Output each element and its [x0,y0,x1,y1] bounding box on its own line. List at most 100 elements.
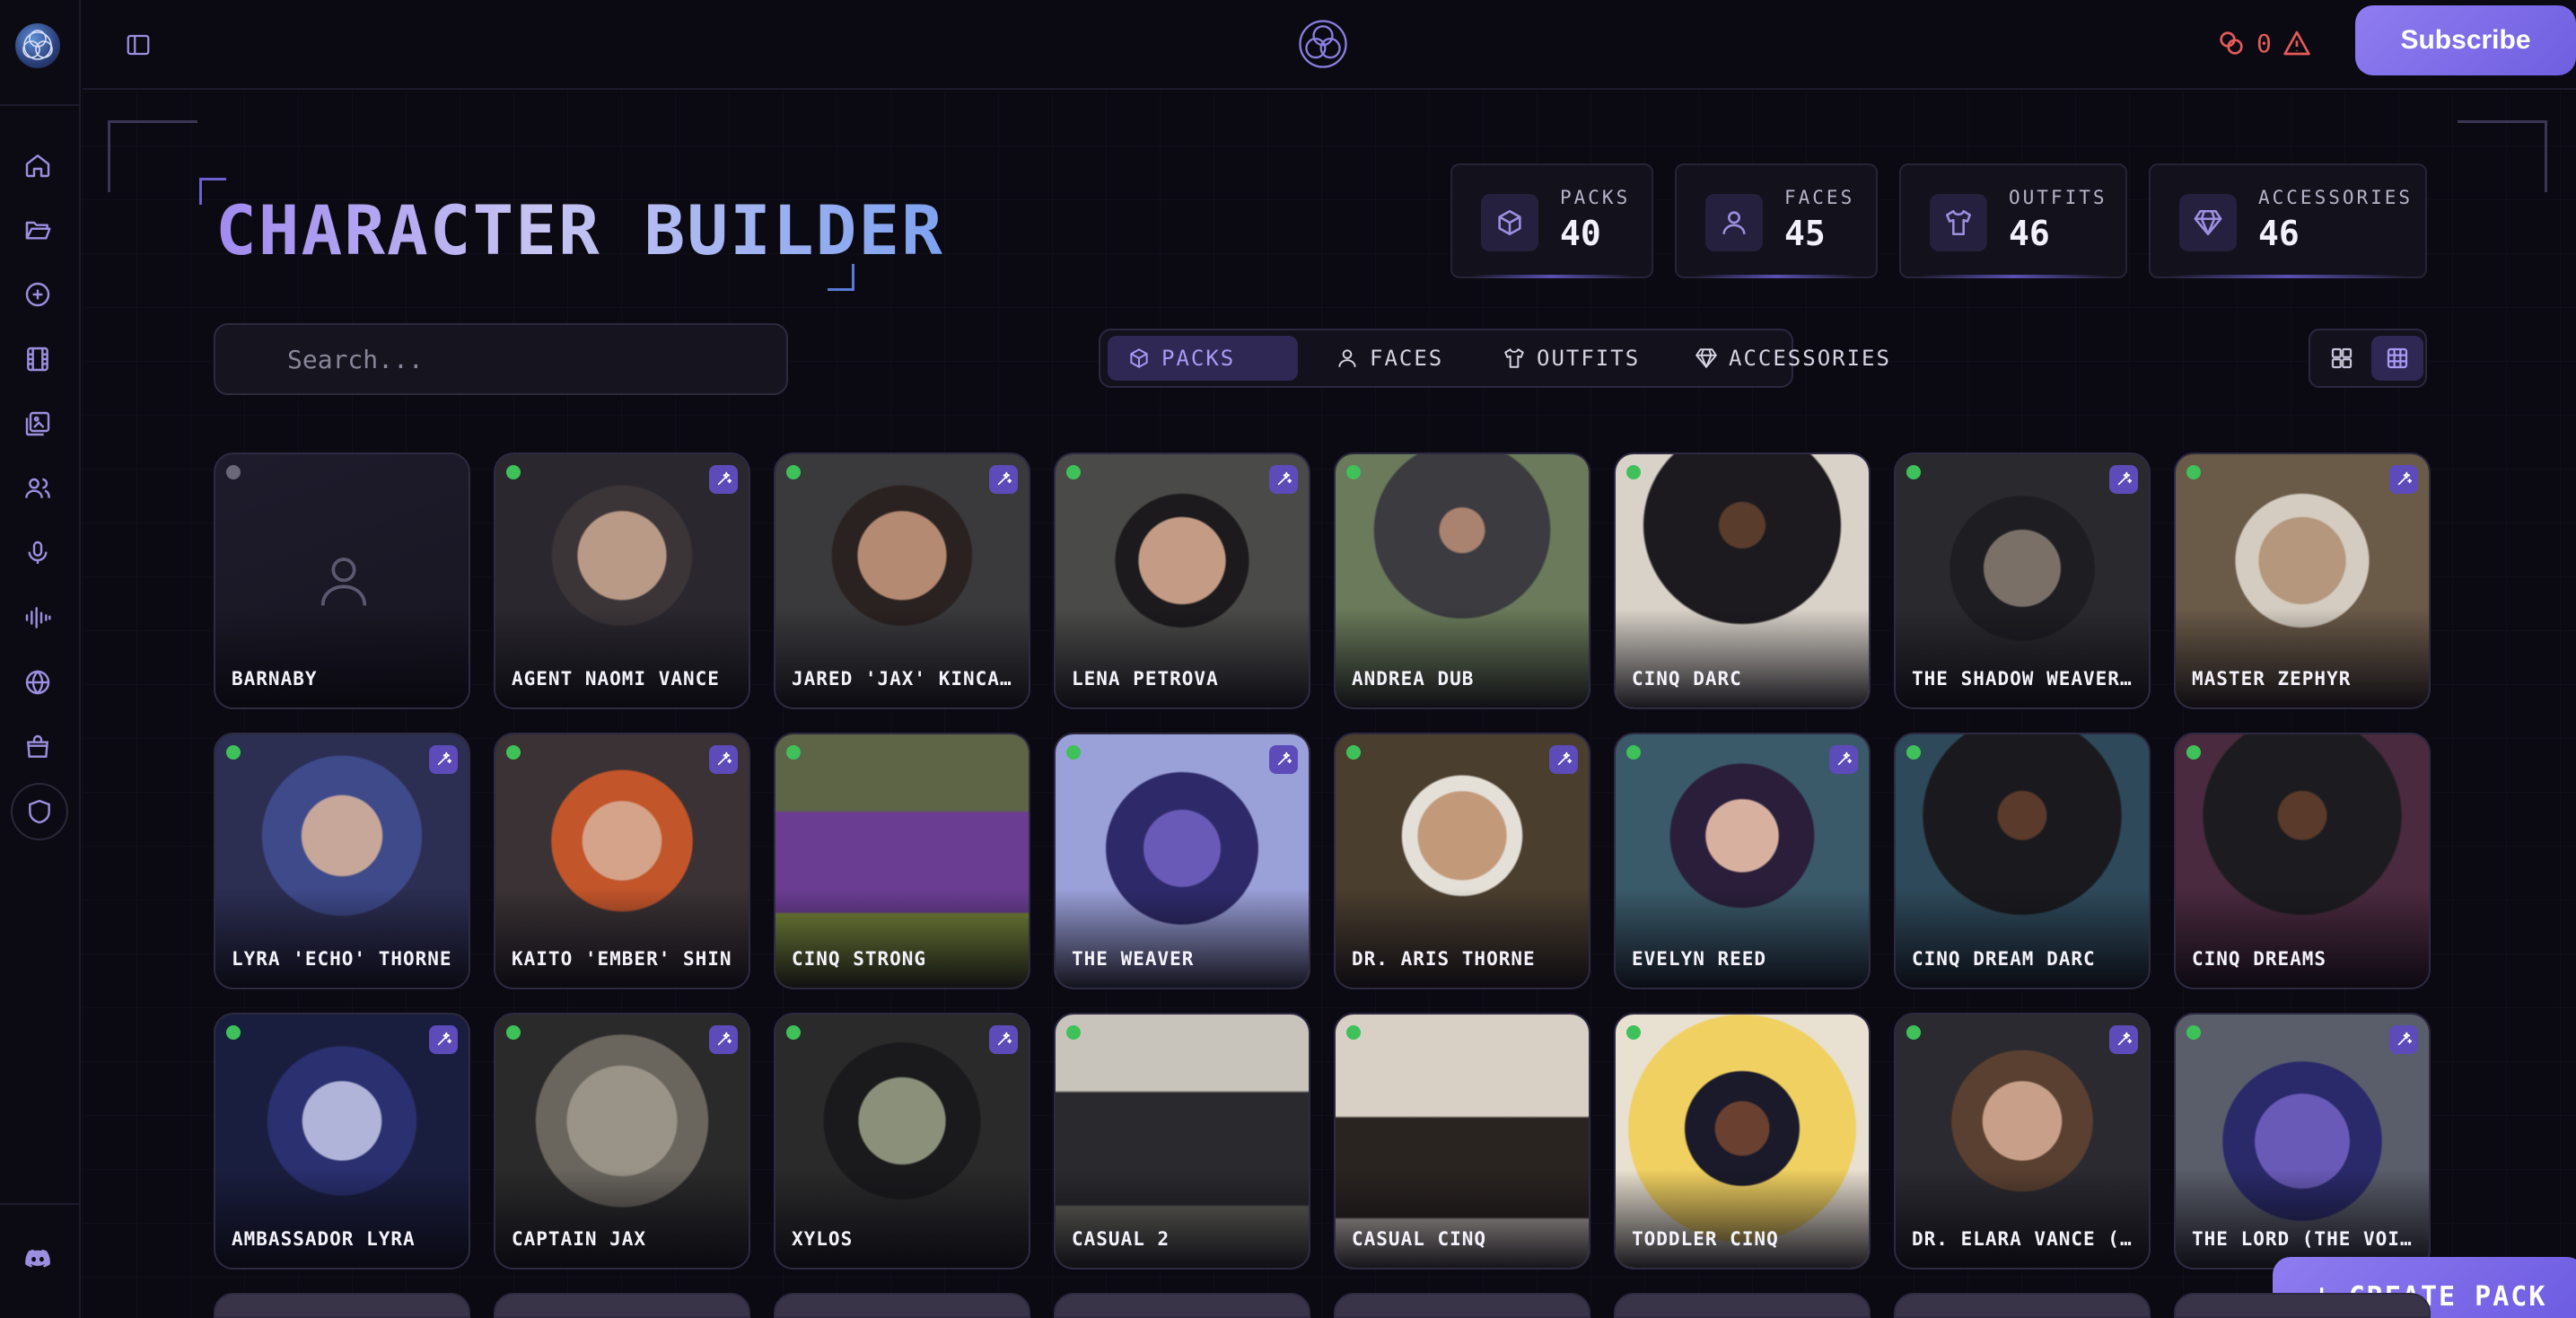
status-dot [1906,465,1921,479]
character-card[interactable]: TODDLER CINQ [1614,1013,1871,1270]
magic-wand-icon[interactable] [429,745,458,774]
cube-icon [1130,348,1148,368]
character-card[interactable]: BARNABY [214,453,470,709]
character-card[interactable]: XYLOS [774,1013,1030,1270]
stat-card-packs: PACKS 40 [1450,163,1653,278]
large-grid-view-icon[interactable] [2316,336,2368,381]
magic-wand-icon[interactable] [709,1025,738,1054]
magic-wand-icon[interactable] [2389,1025,2418,1054]
character-name: MASTER ZEPHYR [2192,668,2352,690]
character-card-partial[interactable] [214,1293,470,1318]
magic-wand-icon[interactable] [989,1025,1018,1054]
character-card[interactable]: ANDREA DUB [1334,453,1590,709]
character-card[interactable]: THE LORD (THE VOID... [2174,1013,2431,1270]
character-card[interactable]: DR. ELARA VANCE (AR... [1894,1013,2151,1270]
character-card[interactable]: THE WEAVER [1054,733,1310,989]
character-card-partial[interactable] [1894,1293,2151,1318]
character-card[interactable]: CINQ DARC [1614,453,1871,709]
status-dot [1066,1025,1081,1040]
gem-icon [1695,348,1717,368]
character-card[interactable]: AMBASSADOR LYRA [214,1013,470,1270]
globe-icon[interactable] [18,663,57,702]
sidebar-toggle-icon[interactable] [118,25,158,65]
character-card-partial[interactable] [1334,1293,1590,1318]
magic-wand-icon[interactable] [2109,465,2138,494]
search-input[interactable] [214,323,788,395]
tab-outfits[interactable]: OUTFITS [1483,336,1660,381]
main-content: CHARACTER BUILDER PACKS 40 FACES 45 OUTF… [83,92,2576,1318]
magic-wand-icon[interactable] [709,465,738,494]
magic-wand-icon[interactable] [429,1025,458,1054]
stat-label: OUTFITS [2009,187,2107,208]
status-dot [506,745,521,760]
character-card-partial[interactable] [774,1293,1030,1318]
users-icon[interactable] [18,469,57,508]
magic-wand-icon[interactable] [1549,745,1578,774]
character-card-partial[interactable] [1614,1293,1871,1318]
images-icon[interactable] [18,404,57,444]
film-icon[interactable] [18,339,57,379]
dense-grid-view-icon[interactable] [2371,336,2423,381]
microphone-icon[interactable] [18,533,57,573]
brand-logo-icon[interactable] [1297,18,1349,70]
stat-label: PACKS [1560,187,1631,208]
character-card[interactable]: THE SHADOW WEAVER (... [1894,453,2151,709]
cube-icon [1481,194,1538,251]
character-name: CASUAL CINQ [1352,1228,1487,1250]
character-card[interactable]: CAPTAIN JAX [494,1013,750,1270]
credits-count: 0 [2256,28,2272,58]
discord-icon[interactable] [18,1239,57,1278]
character-card[interactable]: CINQ STRONG [774,733,1030,989]
character-card[interactable]: CINQ DREAM DARC [1894,733,2151,989]
character-card[interactable]: JARED 'JAX' KINCAID [774,453,1030,709]
character-card-partial[interactable] [494,1293,750,1318]
subscribe-button[interactable]: Subscribe [2355,5,2576,75]
frame-corner [108,120,197,192]
character-card-partial[interactable] [2174,1293,2431,1318]
character-card[interactable]: CASUAL CINQ [1334,1013,1590,1270]
character-name: TODDLER CINQ [1632,1228,1779,1250]
character-card[interactable]: LYRA 'ECHO' THORNE [214,733,470,989]
tab-packs[interactable]: PACKS [1108,336,1298,381]
character-name: CASUAL 2 [1072,1228,1170,1250]
status-dot [1906,745,1921,760]
magic-wand-icon[interactable] [2389,465,2418,494]
magic-wand-icon[interactable] [1269,745,1298,774]
tab-faces[interactable]: FACES [1316,336,1463,381]
character-name: BARNABY [232,668,318,690]
sidebar [0,0,81,1318]
magic-wand-icon[interactable] [1269,465,1298,494]
magic-wand-icon[interactable] [1829,745,1858,774]
folder-open-icon[interactable] [18,210,57,250]
app-logo-icon[interactable] [15,23,60,68]
magic-wand-icon[interactable] [2109,1025,2138,1054]
character-card[interactable]: CINQ DREAMS [2174,733,2431,989]
character-card-partial[interactable] [1054,1293,1310,1318]
status-dot [786,1025,801,1040]
audio-waveform-icon[interactable] [18,598,57,637]
credits-status[interactable]: 0 [2217,23,2311,63]
plus-circle-icon[interactable] [18,275,57,314]
character-card[interactable]: MASTER ZEPHYR [2174,453,2431,709]
character-card[interactable]: AGENT NAOMI VANCE [494,453,750,709]
tab-accessories[interactable]: ACCESSORIES [1675,336,1911,381]
status-dot [786,465,801,479]
character-name: CINQ DREAMS [2192,948,2327,970]
divider [0,104,81,106]
character-card[interactable]: EVELYN REED [1614,733,1871,989]
character-card[interactable]: CASUAL 2 [1054,1013,1310,1270]
character-card[interactable]: LENA PETROVA [1054,453,1310,709]
character-name: LYRA 'ECHO' THORNE [232,948,452,970]
character-name: THE LORD (THE VOID... [2192,1228,2416,1250]
character-name: THE WEAVER [1072,948,1195,970]
status-dot [2186,465,2201,479]
character-card[interactable]: DR. ARIS THORNE [1334,733,1590,989]
home-icon[interactable] [18,145,57,185]
character-card[interactable]: KAITO 'EMBER' SHIN [494,733,750,989]
magic-wand-icon[interactable] [709,745,738,774]
shopping-bag-icon[interactable] [18,727,57,767]
magic-wand-icon[interactable] [989,465,1018,494]
status-dot [226,1025,241,1040]
shield-icon[interactable] [11,783,68,840]
stat-label: ACCESSORIES [2258,187,2414,208]
